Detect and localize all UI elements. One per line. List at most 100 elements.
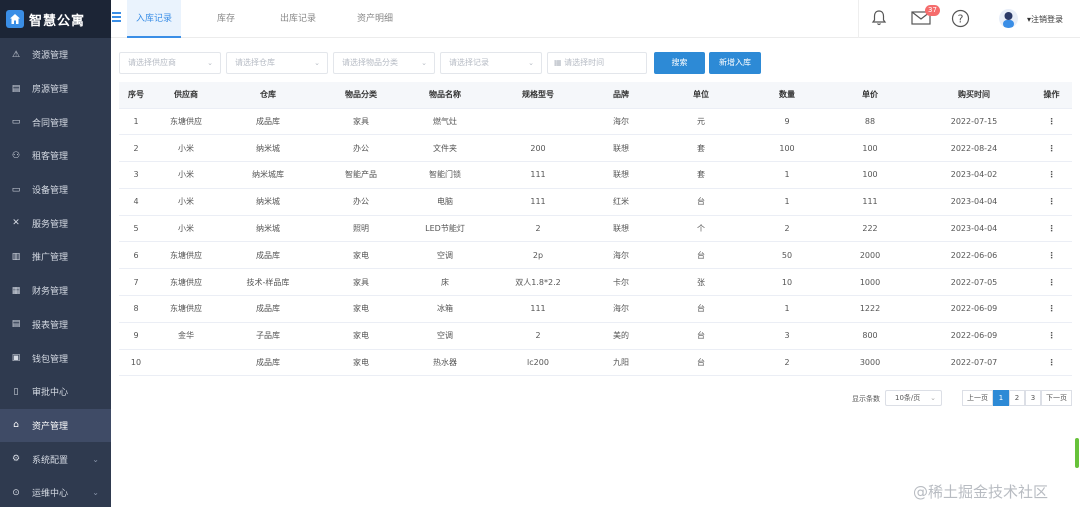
chevron-down-icon: ⌄ xyxy=(92,488,99,498)
sidebar-item-12[interactable]: ⚙ 系统配置 ⌄ xyxy=(0,442,111,476)
scrollbar-thumb[interactable] xyxy=(1075,438,1079,468)
app-logo[interactable]: 智慧公寓 xyxy=(0,0,111,38)
table-cell: 10 xyxy=(119,349,153,377)
page-2-button[interactable]: 2 xyxy=(1009,390,1025,406)
supplier-select[interactable]: 请选择供应商 ⌄ xyxy=(119,52,221,74)
row-actions-icon[interactable]: ⋮ xyxy=(1031,349,1072,377)
sidebar-item-9[interactable]: ▣ 钱包管理 xyxy=(0,341,111,375)
sidebar-item-11[interactable]: ⌂ 资产管理 xyxy=(0,408,111,443)
table-cell: 家电 xyxy=(317,241,405,270)
table-cell: 5 xyxy=(119,215,153,243)
row-actions-icon[interactable]: ⋮ xyxy=(1031,134,1072,163)
row-actions-icon[interactable]: ⋮ xyxy=(1031,161,1072,189)
sidebar-item-10[interactable]: ▯ 审批中心 xyxy=(0,375,111,409)
ops-icon: ⊙ xyxy=(12,487,20,498)
table-cell: 台 xyxy=(651,188,751,216)
table-cell: 1 xyxy=(119,108,153,136)
table-cell: 卡尔 xyxy=(591,268,651,297)
sidebar-item-0[interactable]: ⚠ 资源管理 xyxy=(0,38,111,72)
tab-inventory[interactable]: 库存 xyxy=(201,0,251,38)
category-select[interactable]: 请选择物品分类 ⌄ xyxy=(333,52,435,74)
table-cell: 111 xyxy=(823,188,917,216)
table-cell: 海尔 xyxy=(591,295,651,323)
row-actions-icon[interactable]: ⋮ xyxy=(1031,268,1072,297)
row-actions-icon[interactable]: ⋮ xyxy=(1031,295,1072,323)
chevron-down-icon: ⌄ xyxy=(207,59,213,67)
table-cell: 2022-08-24 xyxy=(917,134,1031,163)
table-row: 6 东塘供应 成品库 家电 空调 2p 海尔台 50 2000 2022-06-06 ⋮ xyxy=(119,241,1072,270)
tab-inbound-records[interactable]: 入库记录 xyxy=(127,0,181,38)
table-cell: 子品库 xyxy=(219,322,317,350)
table-cell: 2 xyxy=(119,134,153,163)
row-actions-icon[interactable]: ⋮ xyxy=(1031,108,1072,136)
table-cell: 111 xyxy=(485,295,591,323)
tab-asset-details[interactable]: 资产明细 xyxy=(345,0,405,38)
sidebar-item-label: 报表管理 xyxy=(32,320,69,331)
table-cell: 海尔 xyxy=(591,241,651,270)
table-cell: 3000 xyxy=(823,349,917,377)
sidebar-item-5[interactable]: ✕ 服务管理 xyxy=(0,206,111,240)
sidebar-item-7[interactable]: ▦ 财务管理 xyxy=(0,274,111,308)
warehouse-select[interactable]: 请选择仓库 ⌄ xyxy=(226,52,328,74)
page-1-button[interactable]: 1 xyxy=(993,390,1009,406)
table-cell: 热水器 xyxy=(405,349,485,377)
table-cell: lc200 xyxy=(485,349,591,377)
date-picker[interactable]: ▦ 请选择时间 xyxy=(547,52,647,74)
record-select[interactable]: 请选择记录 ⌄ xyxy=(440,52,542,74)
add-inbound-button[interactable]: 新增入库 xyxy=(709,52,761,74)
watermark: @稀土掘金技术社区 xyxy=(913,483,1049,501)
menu-toggle-icon[interactable] xyxy=(112,12,121,24)
help-icon[interactable]: ? xyxy=(951,9,970,28)
column-header: 物品名称 xyxy=(405,82,485,109)
column-header: 仓库 xyxy=(219,82,317,109)
table-row: 5 小米 纳米城 照明 LED节能灯 2 联想个 2 222 2023-04-04 ⋮ xyxy=(119,215,1072,243)
chevron-down-icon: ⌄ xyxy=(314,59,320,67)
table-cell: 111 xyxy=(485,161,591,189)
table-cell: 冰箱 xyxy=(405,295,485,323)
table-cell: 双人1.8*2.2 xyxy=(485,268,591,297)
table-cell: 2022-06-09 xyxy=(917,322,1031,350)
logout-link[interactable]: ▾注销登录 xyxy=(1027,14,1063,25)
sidebar-item-2[interactable]: ▭ 合同管理 xyxy=(0,105,111,139)
table-cell: 燃气灶 xyxy=(405,108,485,136)
column-header: 单位 xyxy=(651,82,751,109)
avatar[interactable] xyxy=(999,9,1018,28)
prev-page-button[interactable]: 上一页 xyxy=(962,390,993,406)
bell-icon[interactable] xyxy=(871,9,887,27)
calendar-icon: ▦ xyxy=(554,58,562,67)
table-cell: 2000 xyxy=(823,241,917,270)
chevron-down-icon: ⌄ xyxy=(92,454,99,464)
table-cell: 纳米城 xyxy=(219,134,317,163)
sidebar-item-1[interactable]: ▤ 房源管理 xyxy=(0,72,111,106)
table-cell: 台 xyxy=(651,241,751,270)
table-cell: 1000 xyxy=(823,268,917,297)
sidebar-menu: ⚠ 资源管理 ▤ 房源管理 ▭ 合同管理 ⚇ 租客管理 ▭ 设备管理 ✕ 服务管理 ▥ 推广管理 ▦ 财务管理… xyxy=(0,38,111,510)
row-actions-icon[interactable]: ⋮ xyxy=(1031,215,1072,243)
table-cell: 台 xyxy=(651,322,751,350)
approval-icon: ▯ xyxy=(13,386,19,397)
gear-icon: ⚙ xyxy=(11,454,21,465)
warning-triangle-icon: ⚠ xyxy=(11,49,21,60)
next-page-button[interactable]: 下一页 xyxy=(1041,390,1072,406)
row-actions-icon[interactable]: ⋮ xyxy=(1031,188,1072,216)
page-3-button[interactable]: 3 xyxy=(1025,390,1041,406)
table-cell: 联想 xyxy=(591,161,651,189)
finance-icon: ▦ xyxy=(11,285,21,296)
row-actions-icon[interactable]: ⋮ xyxy=(1031,322,1072,350)
sidebar-item-3[interactable]: ⚇ 租客管理 xyxy=(0,139,111,173)
chart-icon: ▥ xyxy=(11,251,21,262)
table-cell: 2023-04-02 xyxy=(917,161,1031,189)
svg-text:?: ? xyxy=(958,13,964,26)
tab-outbound-records[interactable]: 出库记录 xyxy=(273,0,323,38)
supplier-placeholder: 请选择供应商 xyxy=(128,58,176,67)
sidebar-item-13[interactable]: ⊙ 运维中心 ⌄ xyxy=(0,476,111,510)
row-actions-icon[interactable]: ⋮ xyxy=(1031,241,1072,270)
table-cell: 红米 xyxy=(591,188,651,216)
sidebar-item-4[interactable]: ▭ 设备管理 xyxy=(0,173,111,207)
search-button[interactable]: 搜索 xyxy=(654,52,705,74)
table-cell: 家电 xyxy=(317,349,405,377)
page-size-select[interactable]: 10条/页 ⌄ xyxy=(885,390,942,406)
sidebar-item-label: 推广管理 xyxy=(32,253,69,264)
sidebar-item-6[interactable]: ▥ 推广管理 xyxy=(0,240,111,274)
sidebar-item-8[interactable]: ▤ 报表管理 xyxy=(0,308,111,342)
